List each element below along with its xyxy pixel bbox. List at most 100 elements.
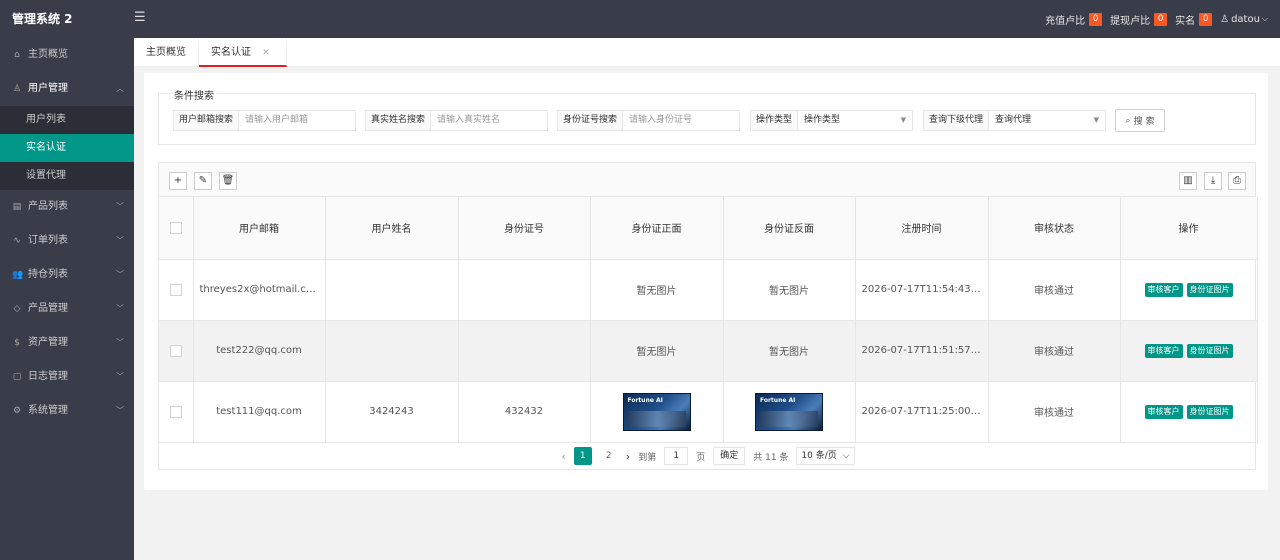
app-title: 管理系统 2 (12, 12, 73, 26)
tab-home[interactable]: 主页概览 (134, 38, 199, 67)
sidebar-item-assets[interactable]: $ 资产管理 ﹀ (0, 326, 134, 360)
content-card: 条件搜索 用户邮箱搜索 请输入用户邮箱 真实姓名搜索 请输入真实姓名 身份证号搜… (144, 73, 1268, 490)
agent-value: 查询代理 (995, 115, 1032, 125)
name-search-input[interactable]: 请输入真实姓名 (431, 111, 547, 130)
add-icon[interactable]: + (169, 172, 187, 190)
columns-icon[interactable]: ▥ (1179, 172, 1197, 190)
table-row: test222@qq.com 暂无图片 暂无图片 2026-07-17T11:5… (159, 320, 1258, 382)
pulse-icon: ∿ (13, 236, 21, 246)
cell-front: 暂无图片 (590, 320, 724, 382)
idcard-search-input[interactable]: 请输入身份证号 (623, 111, 739, 130)
search-legend: 条件搜索 (171, 87, 217, 102)
top-right-area: 充值卢比 0 提现卢比 0 实名 0 ♙ datou ⌵ (1045, 0, 1268, 38)
agent-select-field: 查询下级代理 查询代理 ▼ (923, 110, 1106, 131)
chevron-down-icon: ﹀ (116, 270, 124, 279)
top-bar: 管理系统 2 ☰ 充值卢比 0 提现卢比 0 实名 0 ♙ datou ⌵ (0, 0, 1280, 38)
cell-name (325, 259, 459, 321)
pagination: ‹ 1 2 › 到第 1 页 确定 共 11 条 10 条/页 ⌵ (159, 443, 1257, 469)
chevron-down-icon: ⌵ (842, 451, 850, 461)
sidebar-item-product-mgmt[interactable]: ◇ 产品管理 ﹀ (0, 292, 134, 326)
sidebar-item-user-mgmt[interactable]: ♙ 用户管理 ︿ (0, 72, 134, 106)
diamond-icon: ◇ (13, 304, 21, 314)
cell-time: 2026-07-17T11:25:00.… (855, 381, 989, 443)
close-icon[interactable]: ✕ (262, 48, 270, 58)
user-icon: ♙ (12, 84, 22, 94)
name-search-label: 真实姓名搜索 (366, 111, 432, 130)
idcard-front-image[interactable]: Fortune AI (622, 392, 691, 431)
name-search-field: 真实姓名搜索 请输入真实姓名 (365, 110, 548, 131)
idcard-image-button[interactable]: 身份证图片 (1186, 404, 1233, 419)
print-icon[interactable]: ⎙ (1228, 172, 1246, 190)
sidebar: ⌂ 主页概览 ♙ 用户管理 ︿ 用户列表 实名认证 设置代理 ▤ 产品列表 ﹀ … (0, 38, 134, 560)
money-icon: $ (14, 338, 20, 348)
optype-select[interactable]: 操作类型 ▼ (798, 111, 912, 130)
total-count: 共 11 条 (753, 452, 789, 463)
review-button[interactable]: 审核客户 (1144, 343, 1183, 358)
sidebar-item-realname[interactable]: 实名认证 (0, 134, 134, 162)
page-size-select[interactable]: 10 条/页 ⌵ (796, 447, 855, 465)
select-all-checkbox[interactable] (169, 221, 182, 234)
table-row: threyes2x@hotmail.com 暂无图片 暂无图片 2026-07-… (159, 259, 1258, 321)
idcard-image-button[interactable]: 身份证图片 (1186, 282, 1233, 297)
sidebar-item-label: 产品管理 (28, 303, 68, 314)
optype-label: 操作类型 (751, 111, 799, 130)
row-checkbox[interactable] (169, 283, 182, 296)
export-icon[interactable]: ⤓ (1204, 172, 1222, 190)
row-checkbox[interactable] (169, 344, 182, 357)
edit-icon[interactable]: ✎ (194, 172, 212, 190)
next-page-icon[interactable]: › (626, 450, 630, 463)
cell-back: 暂无图片 (723, 259, 856, 321)
sidebar-item-logs[interactable]: ▢ 日志管理 ﹀ (0, 360, 134, 394)
realname-indicator[interactable]: 实名 0 (1175, 12, 1213, 27)
sidebar-item-positions[interactable]: 👥 持仓列表 ﹀ (0, 258, 134, 292)
page-1[interactable]: 1 (573, 447, 592, 465)
optype-value: 操作类型 (804, 115, 841, 125)
goto-ok-button[interactable]: 确定 (713, 447, 746, 465)
header-email: 用户邮箱 (193, 197, 326, 260)
sidebar-item-label: 资产管理 (28, 337, 68, 348)
page-2[interactable]: 2 (600, 447, 618, 465)
image-scene (760, 410, 818, 427)
recharge-indicator[interactable]: 充值卢比 0 (1045, 12, 1103, 27)
review-button[interactable]: 审核客户 (1144, 404, 1183, 419)
cell-front: 暂无图片 (590, 259, 724, 321)
hamburger-icon[interactable]: ☰ (134, 10, 146, 25)
search-button[interactable]: ⌕ 搜 索 (1115, 109, 1165, 132)
sidebar-item-label: 日志管理 (28, 371, 68, 382)
sidebar-item-agent[interactable]: 设置代理 (0, 162, 134, 190)
prev-page-icon[interactable]: ‹ (561, 450, 565, 463)
header-id: 身份证号 (458, 197, 591, 260)
row-checkbox[interactable] (169, 405, 182, 418)
sidebar-submenu: 用户列表 实名认证 设置代理 (0, 106, 134, 190)
sidebar-item-label: 系统管理 (28, 405, 68, 416)
data-table: + ✎ 🗑 ▥ ⤓ ⎙ 用户邮箱 用户姓名 身份证号 身份证正面 身份证反面 注… (158, 162, 1258, 470)
review-button[interactable]: 审核客户 (1144, 282, 1183, 297)
idcard-image-button[interactable]: 身份证图片 (1186, 343, 1233, 358)
sidebar-item-products[interactable]: ▤ 产品列表 ﹀ (0, 190, 134, 224)
withdraw-label: 提现卢比 (1110, 15, 1151, 27)
sidebar-item-label: 主页概览 (28, 49, 68, 60)
idcard-search-label: 身份证号搜索 (558, 111, 624, 130)
caret-down-icon: ▼ (1093, 116, 1099, 124)
cell-status: 审核通过 (988, 381, 1121, 443)
tab-realname[interactable]: 实名认证 ✕ (199, 38, 287, 67)
chevron-down-icon: ⌵ (1261, 14, 1268, 23)
sidebar-item-user-list[interactable]: 用户列表 (0, 106, 134, 134)
home-icon: ⌂ (14, 50, 20, 60)
idcard-back-image[interactable]: Fortune AI (755, 392, 823, 431)
user-menu[interactable]: ♙ datou ⌵ (1220, 14, 1268, 25)
sidebar-item-orders[interactable]: ∿ 订单列表 ﹀ (0, 224, 134, 258)
sidebar-item-system[interactable]: ⚙ 系统管理 ﹀ (0, 394, 134, 428)
email-search-input[interactable]: 请输入用户邮箱 (239, 111, 355, 130)
sidebar-item-label: 持仓列表 (28, 269, 68, 280)
recharge-label: 充值卢比 (1045, 15, 1086, 27)
cell-email: test111@qq.com (193, 381, 326, 443)
sidebar-item-home[interactable]: ⌂ 主页概览 (0, 38, 134, 72)
withdraw-indicator[interactable]: 提现卢比 0 (1110, 12, 1168, 27)
page-input[interactable]: 1 (664, 447, 689, 465)
row-checkbox-cell (159, 381, 194, 443)
email-search-label: 用户邮箱搜索 (174, 111, 240, 130)
product-icon: ▤ (12, 202, 22, 212)
agent-select[interactable]: 查询代理 ▼ (989, 111, 1105, 130)
delete-icon[interactable]: 🗑 (219, 172, 237, 190)
